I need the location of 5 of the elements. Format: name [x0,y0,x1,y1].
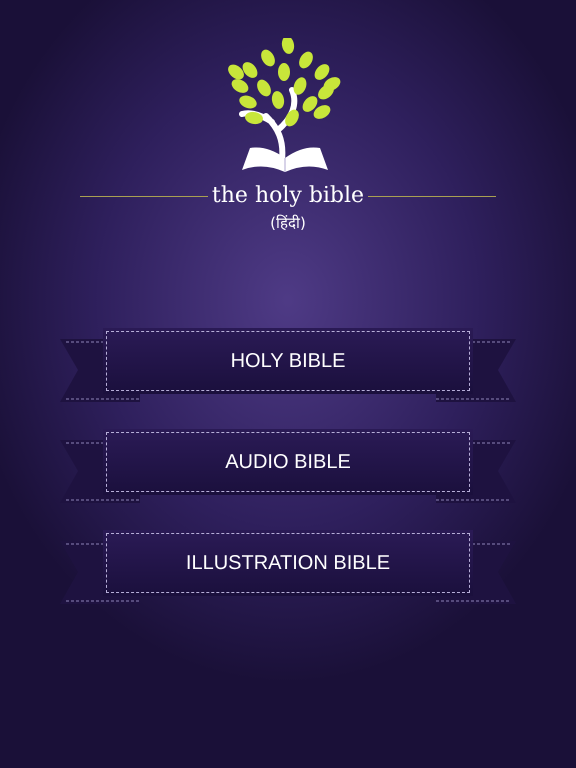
menu-button[interactable]: ILLUSTRATION BIBLE [103,530,473,596]
app-title: the holy bible [212,182,364,210]
menu-button[interactable]: HOLY BIBLE [103,328,473,394]
language-subtitle: (हिंदी) [270,213,306,232]
menu-button[interactable]: AUDIO BIBLE [103,429,473,495]
